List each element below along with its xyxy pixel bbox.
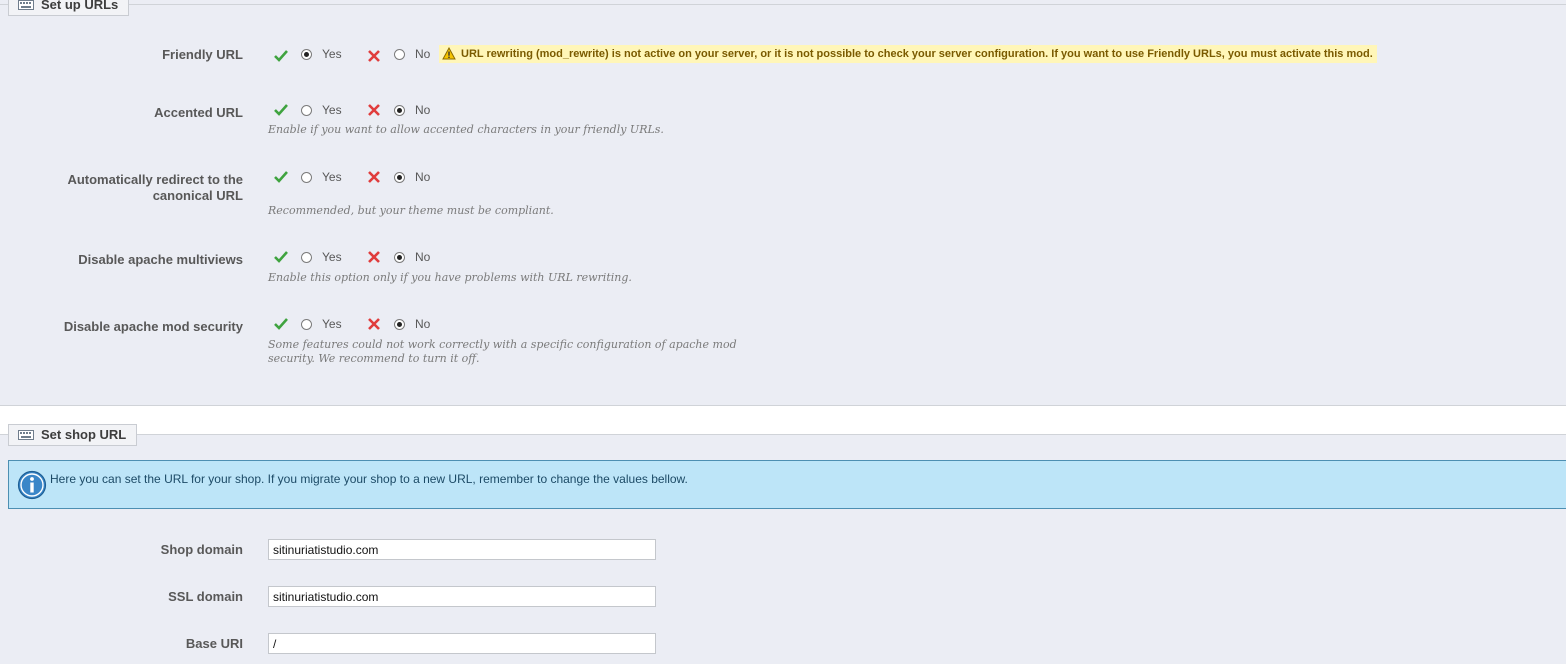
friendly-url-yes-label: Yes (322, 47, 342, 61)
friendly-url-yes-radio[interactable] (301, 49, 312, 60)
accented-url-no-label: No (415, 103, 431, 117)
check-icon (274, 50, 288, 62)
check-icon (274, 104, 288, 116)
apache-mod-security-no-label: No (415, 317, 431, 331)
cross-icon (368, 104, 380, 116)
apache-multiviews-no-radio[interactable] (394, 252, 405, 263)
accented-url-label: Accented URL (154, 105, 243, 120)
shop-domain-input[interactable] (268, 539, 656, 560)
apache-mod-security-yes-label: Yes (322, 317, 342, 331)
accented-url-yes-label: Yes (322, 103, 342, 117)
cross-icon (368, 171, 380, 183)
apache-multiviews-no-label: No (415, 250, 431, 264)
canonical-redirect-yes-radio[interactable] (301, 172, 312, 183)
set-shop-url-legend: Set shop URL (8, 424, 138, 446)
friendly-url-no-radio[interactable] (394, 49, 405, 60)
friendly-url-no-label: No (415, 47, 431, 61)
accented-url-yes-radio[interactable] (301, 105, 312, 116)
ssl-domain-input[interactable] (268, 586, 656, 607)
mod-rewrite-warning: URL rewriting (mod_rewrite) is not activ… (439, 45, 1377, 63)
mod-security-help-line2: security. We recommend to turn it off. (268, 352, 480, 365)
friendly-url-label: Friendly URL (162, 47, 243, 62)
shop-url-info-box: Here you can set the URL for your shop. … (8, 460, 1566, 509)
warning-icon (442, 47, 456, 60)
check-icon (274, 171, 288, 183)
set-up-urls-fieldset (0, 4, 1566, 406)
ssl-domain-label: SSL domain (168, 589, 243, 604)
warning-text: URL rewriting (mod_rewrite) is not activ… (461, 48, 1373, 60)
check-icon (274, 251, 288, 263)
canonical-redirect-yes-label: Yes (322, 170, 342, 184)
apache-mod-security-yes-radio[interactable] (301, 319, 312, 330)
mod-security-help-line1: Some features could not work correctly w… (268, 338, 737, 351)
canonical-redirect-help: Recommended, but your theme must be comp… (268, 204, 554, 217)
shop-domain-label: Shop domain (160, 542, 243, 557)
shop-url-info-text: Here you can set the URL for your shop. … (50, 472, 688, 486)
cross-icon (368, 318, 380, 330)
base-uri-input[interactable] (268, 633, 656, 654)
set-up-urls-legend: Set up URLs (8, 0, 130, 16)
legend-title: Set up URLs (41, 0, 119, 12)
apache-mod-security-label: Disable apache mod security (63, 319, 243, 334)
canonical-redirect-no-label: No (415, 170, 431, 184)
accented-url-help: Enable if you want to allow accented cha… (268, 123, 664, 136)
keyboard-icon (18, 430, 34, 440)
canonical-redirect-no-radio[interactable] (394, 172, 405, 183)
canonical-redirect-label: Automatically redirect to the canonical … (67, 172, 243, 204)
apache-multiviews-yes-label: Yes (322, 250, 342, 264)
cross-icon (368, 50, 380, 62)
apache-multiviews-help: Enable this option only if you have prob… (268, 271, 632, 284)
apache-multiviews-yes-radio[interactable] (301, 252, 312, 263)
cross-icon (368, 251, 380, 263)
info-icon (17, 470, 47, 500)
accented-url-no-radio[interactable] (394, 105, 405, 116)
apache-mod-security-no-radio[interactable] (394, 319, 405, 330)
canonical-label-line1: Automatically redirect to the (67, 172, 243, 187)
apache-multiviews-label: Disable apache multiviews (78, 252, 243, 267)
legend-title: Set shop URL (41, 427, 127, 442)
keyboard-icon (18, 0, 34, 10)
apache-mod-security-help: Some features could not work correctly w… (268, 338, 737, 366)
check-icon (274, 318, 288, 330)
canonical-label-line2: canonical URL (152, 188, 243, 203)
section-gap (0, 406, 1566, 434)
base-uri-label: Base URI (185, 636, 243, 651)
